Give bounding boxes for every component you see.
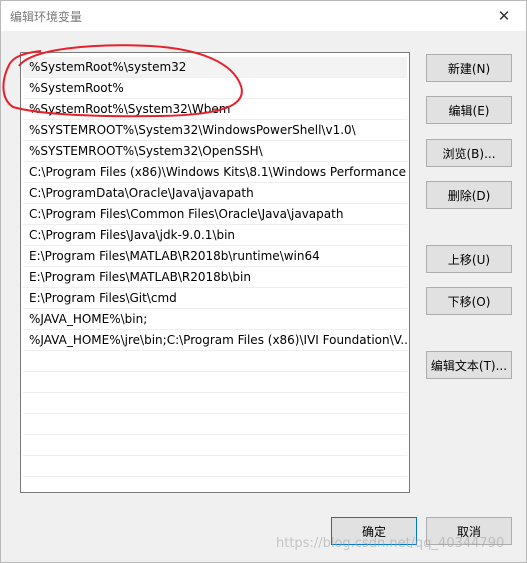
- close-icon[interactable]: ✕: [482, 1, 526, 31]
- new-button[interactable]: 新建(N): [426, 54, 512, 82]
- move-down-button[interactable]: 下移(O): [426, 287, 512, 315]
- move-up-button[interactable]: 上移(U): [426, 245, 512, 273]
- list-item[interactable]: C:\Program Files (x86)\Windows Kits\8.1\…: [23, 162, 407, 183]
- delete-button[interactable]: 删除(D): [426, 181, 512, 209]
- empty-list-row: [23, 393, 407, 414]
- title-bar: 编辑环境变量 ✕: [1, 1, 526, 31]
- watermark: https://blog.csdn.net/qq_40344790: [276, 536, 505, 551]
- list-item[interactable]: %SystemRoot%\System32\Wbem: [23, 99, 407, 120]
- list-item[interactable]: %JAVA_HOME%\jre\bin;C:\Program Files (x8…: [23, 330, 407, 351]
- list-item[interactable]: %SYSTEMROOT%\System32\WindowsPowerShell\…: [23, 120, 407, 141]
- path-list[interactable]: %SystemRoot%\system32 %SystemRoot% %System…: [20, 52, 410, 493]
- edit-env-var-dialog: 编辑环境变量 ✕ %SystemRoot%\system32 %SystemRoo…: [0, 0, 527, 563]
- list-item[interactable]: E:\Program Files\Git\cmd: [23, 288, 407, 309]
- list-item[interactable]: C:\ProgramData\Oracle\Java\javapath: [23, 183, 407, 204]
- empty-list-row: [23, 456, 407, 477]
- list-item[interactable]: %SystemRoot%\system32: [23, 57, 407, 78]
- empty-list-row: [23, 372, 407, 393]
- list-item[interactable]: %SystemRoot%: [23, 78, 407, 99]
- list-item[interactable]: E:\Program Files\MATLAB\R2018b\bin: [23, 267, 407, 288]
- window-title: 编辑环境变量: [10, 10, 83, 24]
- list-item[interactable]: C:\Program Files\Common Files\Oracle\Jav…: [23, 204, 407, 225]
- list-item[interactable]: C:\Program Files\Java\jdk-9.0.1\bin: [23, 225, 407, 246]
- list-item[interactable]: %SYSTEMROOT%\System32\OpenSSH\: [23, 141, 407, 162]
- list-item[interactable]: %JAVA_HOME%\bin;: [23, 309, 407, 330]
- empty-list-row: [23, 351, 407, 372]
- empty-list-row: [23, 414, 407, 435]
- list-item[interactable]: E:\Program Files\MATLAB\R2018b\runtime\w…: [23, 246, 407, 267]
- empty-list-row: [23, 435, 407, 456]
- edit-button[interactable]: 编辑(E): [426, 96, 512, 124]
- browse-button[interactable]: 浏览(B)...: [426, 139, 512, 167]
- edit-text-button[interactable]: 编辑文本(T)...: [426, 351, 512, 379]
